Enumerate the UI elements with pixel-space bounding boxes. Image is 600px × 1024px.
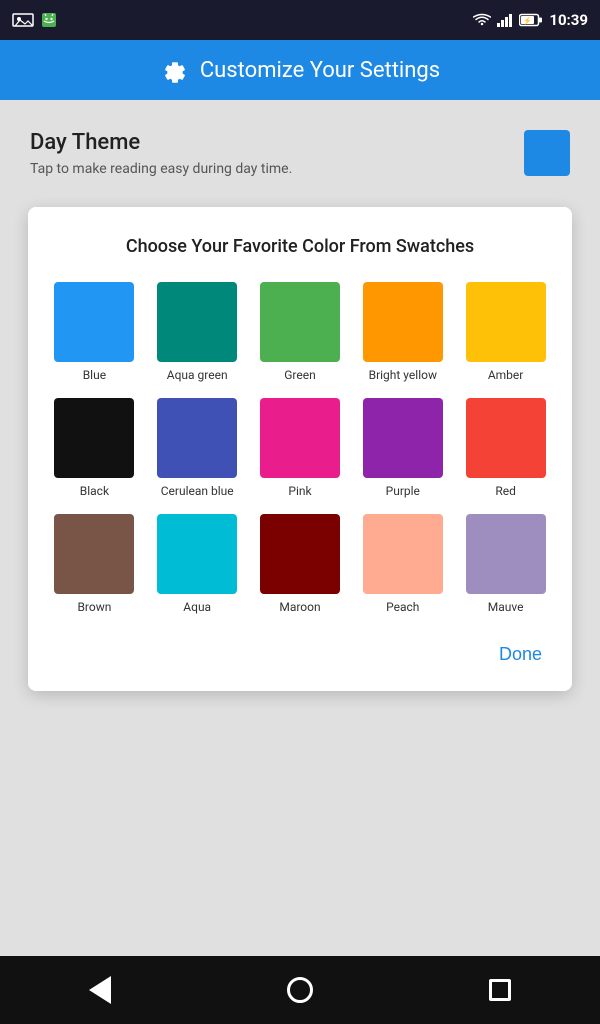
svg-text:⚡: ⚡ <box>523 16 532 25</box>
status-bar-left <box>12 13 56 27</box>
swatches-grid: Blue Aqua green Green Bright yellow Amber Bla… <box>48 282 552 614</box>
recent-icon <box>489 979 511 1001</box>
swatch-label: Mauve <box>488 600 524 614</box>
android-icon <box>42 13 56 27</box>
swatch-label: Aqua green <box>167 368 228 382</box>
back-button[interactable] <box>75 965 125 1015</box>
swatch-label: Black <box>80 484 109 498</box>
home-button[interactable] <box>275 965 325 1015</box>
swatch-label: Cerulean blue <box>161 484 234 498</box>
status-bar-right: ⚡ 10:39 <box>473 11 588 29</box>
swatch-item[interactable]: Amber <box>459 282 552 382</box>
image-icon <box>12 13 34 27</box>
clock: 10:39 <box>549 11 588 29</box>
swatch-box-red[interactable] <box>466 398 546 478</box>
swatch-box-blue[interactable] <box>54 282 134 362</box>
bottom-nav <box>0 956 600 1024</box>
swatch-label: Purple <box>386 484 420 498</box>
swatch-item[interactable]: Red <box>459 398 552 498</box>
color-picker-dialog: Choose Your Favorite Color From Swatches… <box>28 207 572 691</box>
main-content: Day Theme Tap to make reading easy durin… <box>0 100 600 721</box>
swatch-box-brown[interactable] <box>54 514 134 594</box>
swatch-item[interactable]: Green <box>254 282 347 382</box>
swatch-box-bright-yellow[interactable] <box>363 282 443 362</box>
day-theme-section: Day Theme Tap to make reading easy durin… <box>20 130 580 207</box>
swatch-box-amber[interactable] <box>466 282 546 362</box>
swatch-box-mauve[interactable] <box>466 514 546 594</box>
swatch-box-purple[interactable] <box>363 398 443 478</box>
swatch-box-black[interactable] <box>54 398 134 478</box>
swatch-label: Amber <box>488 368 524 382</box>
swatch-item[interactable]: Mauve <box>459 514 552 614</box>
swatch-box-aqua[interactable] <box>157 514 237 594</box>
recent-button[interactable] <box>475 965 525 1015</box>
battery-icon: ⚡ <box>519 13 543 27</box>
back-icon <box>89 976 111 1004</box>
day-theme-title: Day Theme <box>30 130 292 155</box>
done-button[interactable]: Done <box>489 638 552 671</box>
swatch-label: Bright yellow <box>369 368 437 382</box>
gear-icon <box>160 56 188 84</box>
signal-icon <box>497 13 513 27</box>
swatch-label: Aqua <box>183 600 211 614</box>
swatch-label: Pink <box>288 484 311 498</box>
status-bar: ⚡ 10:39 <box>0 0 600 40</box>
swatch-item[interactable]: Purple <box>356 398 449 498</box>
swatch-box-peach[interactable] <box>363 514 443 594</box>
day-theme-text: Day Theme Tap to make reading easy durin… <box>30 130 292 177</box>
day-theme-toggle[interactable] <box>524 130 570 176</box>
swatch-box-maroon[interactable] <box>260 514 340 594</box>
app-bar: Customize Your Settings <box>0 40 600 100</box>
wifi-icon <box>473 13 491 27</box>
swatch-item[interactable]: Pink <box>254 398 347 498</box>
swatch-label: Blue <box>83 368 106 382</box>
swatch-item[interactable]: Bright yellow <box>356 282 449 382</box>
swatch-item[interactable]: Brown <box>48 514 141 614</box>
swatch-item[interactable]: Aqua <box>151 514 244 614</box>
swatch-label: Brown <box>77 600 111 614</box>
swatch-box-aqua-green[interactable] <box>157 282 237 362</box>
app-bar-title: Customize Your Settings <box>200 58 440 83</box>
swatch-item[interactable]: Peach <box>356 514 449 614</box>
day-theme-description: Tap to make reading easy during day time… <box>30 161 292 177</box>
swatch-label: Green <box>284 368 315 382</box>
swatch-label: Maroon <box>279 600 320 614</box>
swatch-box-pink[interactable] <box>260 398 340 478</box>
done-row: Done <box>48 638 552 671</box>
swatch-item[interactable]: Maroon <box>254 514 347 614</box>
swatch-label: Red <box>495 484 516 498</box>
swatch-label: Peach <box>386 600 419 614</box>
swatch-item[interactable]: Aqua green <box>151 282 244 382</box>
swatch-item[interactable]: Cerulean blue <box>151 398 244 498</box>
home-icon <box>287 977 313 1003</box>
swatch-box-cerulean-blue[interactable] <box>157 398 237 478</box>
dialog-title: Choose Your Favorite Color From Swatches <box>48 235 552 258</box>
swatch-item[interactable]: Black <box>48 398 141 498</box>
swatch-box-green[interactable] <box>260 282 340 362</box>
swatch-item[interactable]: Blue <box>48 282 141 382</box>
